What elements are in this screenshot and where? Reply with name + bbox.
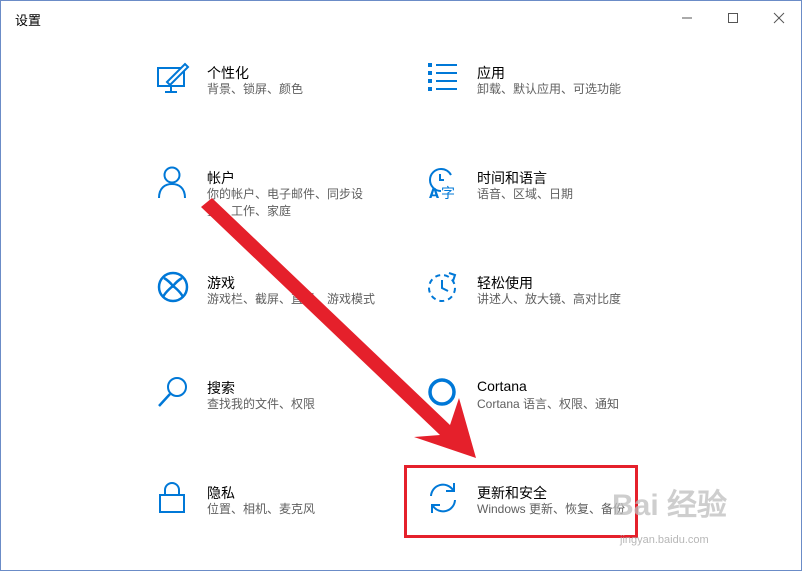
tile-desc-line: 卸载、默认应用、可选功能 xyxy=(477,82,622,96)
tile-desc-line: 语音、区域、日期 xyxy=(477,187,574,201)
tile-description: 查找我的文件、权限 xyxy=(207,396,315,413)
tile-description: 语音、区域、日期 xyxy=(477,186,573,203)
tile-description: 位置、相机、麦克风 xyxy=(207,501,315,518)
watermark: Bai 经验 jingyan.baidu.com xyxy=(602,480,798,560)
tile-search[interactable]: 搜索 查找我的文件、权限 xyxy=(157,376,397,436)
window-title: 设置 xyxy=(15,13,42,28)
tile-desc-line: 查找我的文件、权限 xyxy=(207,397,316,411)
svg-text:字: 字 xyxy=(441,186,455,200)
tile-desc-line: 位置、相机、麦克风 xyxy=(207,502,316,516)
tile-desc-line: 置、工作、家庭 xyxy=(207,204,292,218)
tile-privacy[interactable]: 隐私 位置、相机、麦克风 xyxy=(157,481,397,541)
tile-desc-line: 背景、锁屏、颜色 xyxy=(207,82,304,96)
minimize-button[interactable] xyxy=(676,7,698,29)
tile-title: Cortana xyxy=(477,378,527,394)
tile-apps[interactable]: 应用 卸载、默认应用、可选功能 xyxy=(427,61,667,121)
tile-gaming[interactable]: 游戏 游戏栏、截屏、直播、游戏模式 xyxy=(157,271,397,331)
cortana-icon xyxy=(428,378,456,406)
tile-title: 隐私 xyxy=(207,485,235,501)
watermark-logo: Bai 经验 xyxy=(612,489,728,522)
lock-icon xyxy=(159,482,185,513)
apps-icon xyxy=(428,63,457,91)
tile-title: 应用 xyxy=(477,65,505,81)
tile-desc-line: 游戏栏、截屏、直播、游戏模式 xyxy=(207,292,376,306)
close-icon xyxy=(773,12,785,24)
tile-cortana[interactable]: Cortana Cortana 语言、权限、通知 xyxy=(427,376,667,436)
tile-description: 你的帐户、电子邮件、同步设 置、工作、家庭 xyxy=(207,186,363,220)
maximize-icon xyxy=(728,13,738,23)
tile-description: 游戏栏、截屏、直播、游戏模式 xyxy=(207,291,375,308)
tile-personalization[interactable]: 个性化 背景、锁屏、颜色 xyxy=(157,61,397,121)
ease-of-access-icon xyxy=(428,272,457,302)
tile-description: 讲述人、放大镜、高对比度 xyxy=(477,291,621,308)
tile-title: 轻松使用 xyxy=(477,275,533,291)
svg-text:A: A xyxy=(429,187,439,200)
tile-desc-line: 讲述人、放大镜、高对比度 xyxy=(477,292,622,306)
personalization-icon xyxy=(157,62,190,93)
tile-time-language[interactable]: A 字 时间和语言 语音、区域、日期 xyxy=(427,166,667,226)
watermark-url: jingyan.baidu.com xyxy=(620,534,709,546)
xbox-icon xyxy=(157,271,189,303)
close-button[interactable] xyxy=(768,7,790,29)
title-bar: 设置 xyxy=(1,1,801,35)
tile-title: 时间和语言 xyxy=(477,170,547,186)
tile-accounts[interactable]: 帐户 你的帐户、电子邮件、同步设 置、工作、家庭 xyxy=(157,166,397,226)
tile-title: 帐户 xyxy=(207,170,235,186)
search-icon xyxy=(158,377,187,407)
account-icon xyxy=(158,166,186,199)
tile-description: 背景、锁屏、颜色 xyxy=(207,81,303,98)
tile-ease-of-access[interactable]: 轻松使用 讲述人、放大镜、高对比度 xyxy=(427,271,667,331)
tile-desc-line: Cortana 语言、权限、通知 xyxy=(477,397,620,411)
time-language-icon: A 字 xyxy=(429,167,455,200)
tile-description: Cortana 语言、权限、通知 xyxy=(477,396,619,413)
maximize-button[interactable] xyxy=(722,7,744,29)
tile-title: 搜索 xyxy=(207,380,235,396)
tile-description: 卸载、默认应用、可选功能 xyxy=(477,81,621,98)
minimize-icon xyxy=(682,17,692,19)
tile-desc-line: 你的帐户、电子邮件、同步设 xyxy=(207,187,364,201)
tile-title: 个性化 xyxy=(207,65,249,81)
tile-title: 游戏 xyxy=(207,275,235,291)
